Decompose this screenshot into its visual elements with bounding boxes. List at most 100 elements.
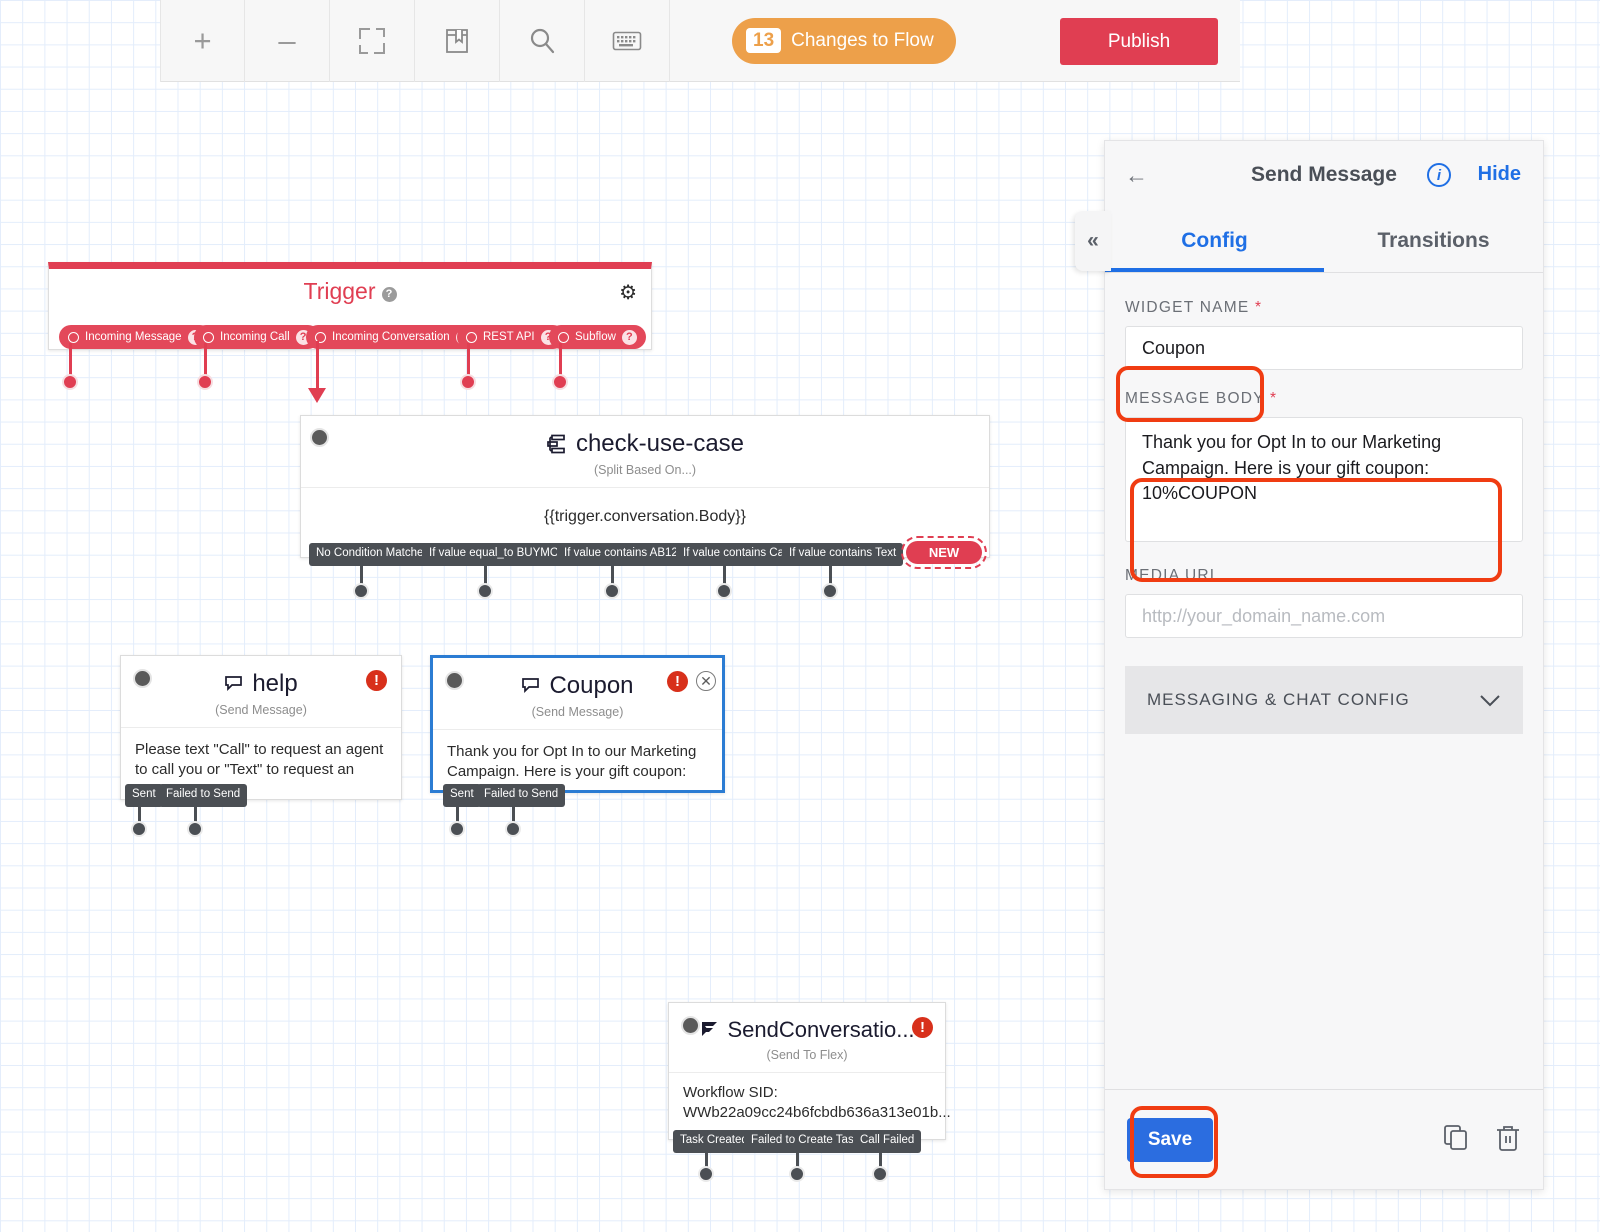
connector-dot[interactable] <box>822 583 838 599</box>
accordion-label: MESSAGING & CHAT CONFIG <box>1147 690 1410 709</box>
hide-button[interactable]: Hide <box>1478 163 1521 186</box>
panel-collapse-button[interactable]: « <box>1075 211 1111 271</box>
output-pill-contains-text[interactable]: If value contains Text <box>782 543 904 566</box>
trigger-chip-incoming-message[interactable]: Incoming Message ? <box>59 325 212 349</box>
connector-dot-incoming-message[interactable] <box>62 374 78 390</box>
trigger-chip-incoming-call[interactable]: Incoming Call ? <box>194 325 320 349</box>
output-pill-failed-to-create-task[interactable]: Failed to Create Task <box>744 1130 867 1153</box>
message-body-textarea[interactable] <box>1125 417 1523 542</box>
close-icon[interactable]: ✕ <box>696 671 716 691</box>
tab-config[interactable]: Config <box>1105 209 1324 272</box>
send-to-flex-node[interactable]: SendConversatio... ! (Send To Flex) Work… <box>668 1002 951 1140</box>
output-pill-sent[interactable]: Sent <box>125 784 163 807</box>
chevron-down-icon <box>1480 694 1500 706</box>
widget-name-input[interactable] <box>1125 326 1523 370</box>
node-input-dot[interactable] <box>133 669 152 688</box>
split-node-expression: {{trigger.conversation.Body}} <box>301 487 989 544</box>
connector-dot-incoming-call[interactable] <box>197 374 213 390</box>
connector-dot-subflow[interactable] <box>552 374 568 390</box>
trigger-title: Trigger? <box>49 269 651 305</box>
publish-button[interactable]: Publish <box>1060 18 1218 65</box>
widget-config-panel: « ← Send Message i Hide Config Transitio… <box>1075 140 1544 1190</box>
error-icon[interactable]: ! <box>912 1017 933 1038</box>
radio-icon <box>466 331 477 343</box>
panel-form: WIDGET NAME * MESSAGE BODY * MEDIA URL M… <box>1105 273 1543 1089</box>
chip-label: REST API <box>483 331 535 343</box>
changes-to-flow-badge[interactable]: 13 Changes to Flow <box>732 17 956 64</box>
trash-icon[interactable] <box>1495 1124 1521 1157</box>
error-icon[interactable]: ! <box>667 671 688 692</box>
output-pill-sent[interactable]: Sent <box>443 784 481 807</box>
chip-label: Subflow <box>575 331 616 343</box>
node-input-dot[interactable] <box>445 671 464 690</box>
coupon-node-title-text: Coupon <box>549 672 634 699</box>
save-button[interactable]: Save <box>1127 1117 1213 1162</box>
top-toolbar: + – 13 Changes to Flow Publish <box>160 0 1240 82</box>
connector-dot[interactable] <box>477 583 493 599</box>
radio-icon <box>68 331 79 343</box>
duplicate-icon[interactable] <box>1443 1124 1469 1157</box>
widget-name-field-block: WIDGET NAME * <box>1125 299 1523 370</box>
trigger-chip-incoming-conversation[interactable]: Incoming Conversation ? <box>306 325 480 349</box>
output-pill-task-created[interactable]: Task Created <box>673 1130 755 1153</box>
split-icon <box>547 434 565 454</box>
connector-dot[interactable] <box>353 583 369 599</box>
trigger-node[interactable]: Trigger? ⚙ Incoming Message ? Incoming C… <box>48 262 652 350</box>
chip-label: Incoming Call <box>220 331 290 343</box>
connector-dot[interactable] <box>131 821 147 837</box>
gear-icon[interactable]: ⚙ <box>619 283 637 303</box>
media-url-input[interactable] <box>1125 594 1523 638</box>
messaging-chat-config-accordion[interactable]: MESSAGING & CHAT CONFIG <box>1125 666 1523 734</box>
output-pill-call-failed[interactable]: Call Failed <box>853 1130 922 1153</box>
output-pill-failed-to-send[interactable]: Failed to Send <box>159 784 248 807</box>
help-icon[interactable]: ? <box>381 287 397 302</box>
connector-dot-rest-api[interactable] <box>460 374 476 390</box>
panel-tabs: Config Transitions <box>1105 209 1543 273</box>
connector-dot[interactable] <box>505 821 521 837</box>
send-message-node-help[interactable]: help ! (Send Message) Please text "Call"… <box>120 655 402 800</box>
back-arrow-icon[interactable]: ← <box>1125 163 1148 187</box>
zoom-out-button[interactable]: – <box>245 0 330 82</box>
output-pill-failed-to-send[interactable]: Failed to Send <box>477 784 566 807</box>
connector-dot[interactable] <box>449 821 465 837</box>
workflow-sid-label: Workflow SID: <box>683 1084 778 1101</box>
connector-dot[interactable] <box>698 1166 714 1182</box>
plus-icon: + <box>193 23 212 58</box>
output-pill-contains-call[interactable]: If value contains Call <box>676 543 797 566</box>
message-body-label-text: MESSAGE BODY <box>1125 390 1265 407</box>
output-pill-contains-ab123[interactable]: If value contains AB123 <box>557 543 692 566</box>
split-node-title-text: check-use-case <box>575 430 745 457</box>
info-icon[interactable]: i <box>1427 163 1451 187</box>
message-body-field-block: MESSAGE BODY * <box>1125 390 1523 547</box>
connector-dot[interactable] <box>872 1166 888 1182</box>
radio-icon <box>558 331 569 343</box>
split-node-check-use-case[interactable]: check-use-case (Split Based On...) {{tri… <box>300 415 990 558</box>
required-asterisk: * <box>1270 390 1278 407</box>
error-icon[interactable]: ! <box>366 670 387 691</box>
help-icon[interactable]: ? <box>621 329 637 345</box>
send-message-node-coupon[interactable]: Coupon ! ✕ (Send Message) Thank you for … <box>430 655 725 793</box>
radio-icon <box>203 331 214 343</box>
minus-icon: – <box>278 23 296 58</box>
fit-to-screen-button[interactable] <box>330 0 415 82</box>
keyboard-shortcuts-button[interactable] <box>585 0 670 82</box>
tab-transitions[interactable]: Transitions <box>1324 209 1543 272</box>
output-pill-no-condition-matches[interactable]: No Condition Matches <box>309 543 437 566</box>
search-button[interactable] <box>500 0 585 82</box>
connector-dot[interactable] <box>789 1166 805 1182</box>
new-output-button[interactable]: NEW <box>906 541 982 564</box>
widget-name-label-text: WIDGET NAME <box>1125 299 1250 316</box>
flow-library-button[interactable] <box>415 0 500 82</box>
node-input-dot[interactable] <box>681 1016 700 1035</box>
help-node-subtitle: (Send Message) <box>215 703 307 717</box>
changes-count: 13 <box>746 27 782 54</box>
connector-dot[interactable] <box>187 821 203 837</box>
trigger-chip-subflow[interactable]: Subflow ? <box>549 325 646 349</box>
chip-label: Incoming Message <box>85 331 182 343</box>
zoom-in-button[interactable]: + <box>160 0 245 82</box>
connector-dot[interactable] <box>604 583 620 599</box>
node-input-dot[interactable] <box>310 428 329 447</box>
help-node-title-text: help <box>252 670 298 697</box>
trigger-title-text: Trigger <box>303 278 376 304</box>
connector-dot[interactable] <box>716 583 732 599</box>
